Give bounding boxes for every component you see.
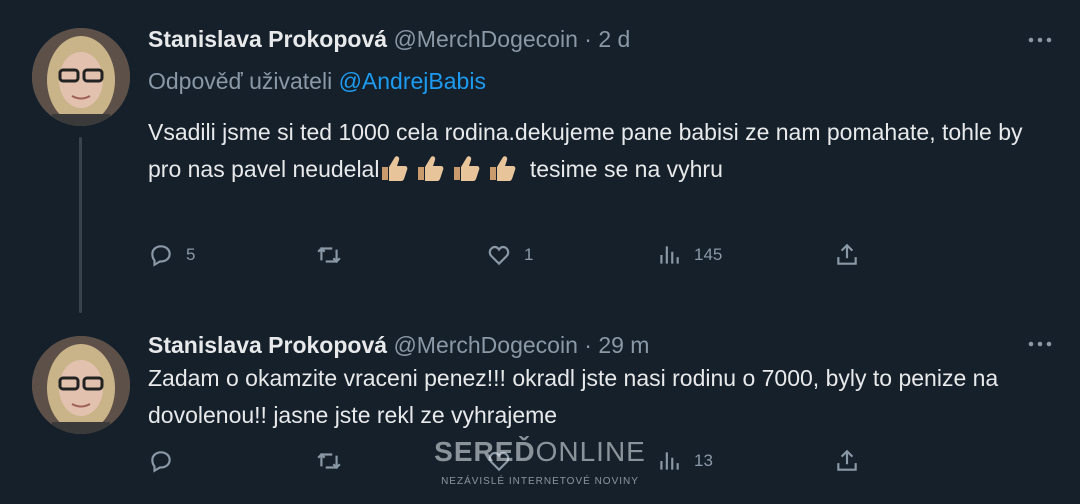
reply-icon [151,451,171,473]
reply-button[interactable]: 5 [148,242,195,268]
views-count: 13 [694,451,713,470]
retweet-icon [317,452,341,470]
retweet-icon [317,246,341,264]
thread-line [79,137,82,313]
retweet-button[interactable] [316,242,354,268]
thumbs-up-emoji [382,156,408,181]
tweet[interactable]: Stanislava Prokopová @MerchDogecoin · 2 … [0,0,1080,313]
reply-icon [151,245,171,267]
reply-button[interactable] [148,448,186,474]
thumbs-up-emoji [418,156,444,181]
timestamp[interactable]: 29 m [598,332,649,358]
action-bar: 5 1 145 [148,242,908,272]
watermark-brand: SEREĎONLINE [430,436,650,468]
author-name[interactable]: Stanislava Prokopová [148,332,387,358]
reply-mention-link[interactable]: @AndrejBabis [339,68,486,94]
more-icon[interactable] [1026,334,1054,354]
tweet-text: Zadam o okamzite vraceni penez!!! okradl… [148,365,999,428]
watermark-tagline: NEZÁVISLÉ INTERNETOVÉ NOVINY [441,476,639,487]
watermark: SEREĎONLINE NEZÁVISLÉ INTERNETOVÉ NOVINY [430,436,650,487]
views-count: 145 [694,245,723,264]
views-icon [660,246,679,264]
avatar[interactable] [32,336,130,434]
like-icon [488,245,510,266]
separator-dot: · [584,26,592,52]
like-count: 1 [524,245,534,264]
watermark-brand-bold: SEREĎ [434,436,536,467]
author-name[interactable]: Stanislava Prokopová [148,26,387,52]
avatar-photo [32,28,130,126]
tweet-text-part2: tesime se na vyhru [523,156,723,182]
tweet-header: Stanislava Prokopová @MerchDogecoin · 2 … [148,24,630,54]
tweet-header: Stanislava Prokopová @MerchDogecoin · 29… [148,330,649,360]
views-button[interactable]: 145 [656,242,722,268]
author-handle[interactable]: @MerchDogecoin [393,26,577,52]
watermark-brand-light: ONLINE [535,436,646,467]
views-icon [660,452,679,470]
avatar-photo [32,336,130,434]
more-icon[interactable] [1026,30,1054,50]
reply-count: 5 [186,245,196,264]
share-icon [837,449,857,471]
thumbs-up-emoji [454,156,480,181]
reply-prefix: Odpověď uživateli [148,68,333,94]
tweet-text: Vsadili jsme si ted 1000 cela rodina.dek… [148,114,1028,188]
timestamp[interactable]: 2 d [598,26,630,52]
avatar[interactable] [32,28,130,126]
author-handle[interactable]: @MerchDogecoin [393,332,577,358]
reply-context: Odpověď uživateli @AndrejBabis [148,66,486,96]
views-button[interactable]: 13 [656,448,713,474]
share-button[interactable] [834,448,860,474]
retweet-button[interactable] [316,448,354,474]
share-button[interactable] [834,242,860,268]
share-icon [837,243,857,265]
thumbs-up-emoji [490,156,516,181]
separator-dot: · [584,332,592,358]
like-button[interactable]: 1 [486,242,533,268]
